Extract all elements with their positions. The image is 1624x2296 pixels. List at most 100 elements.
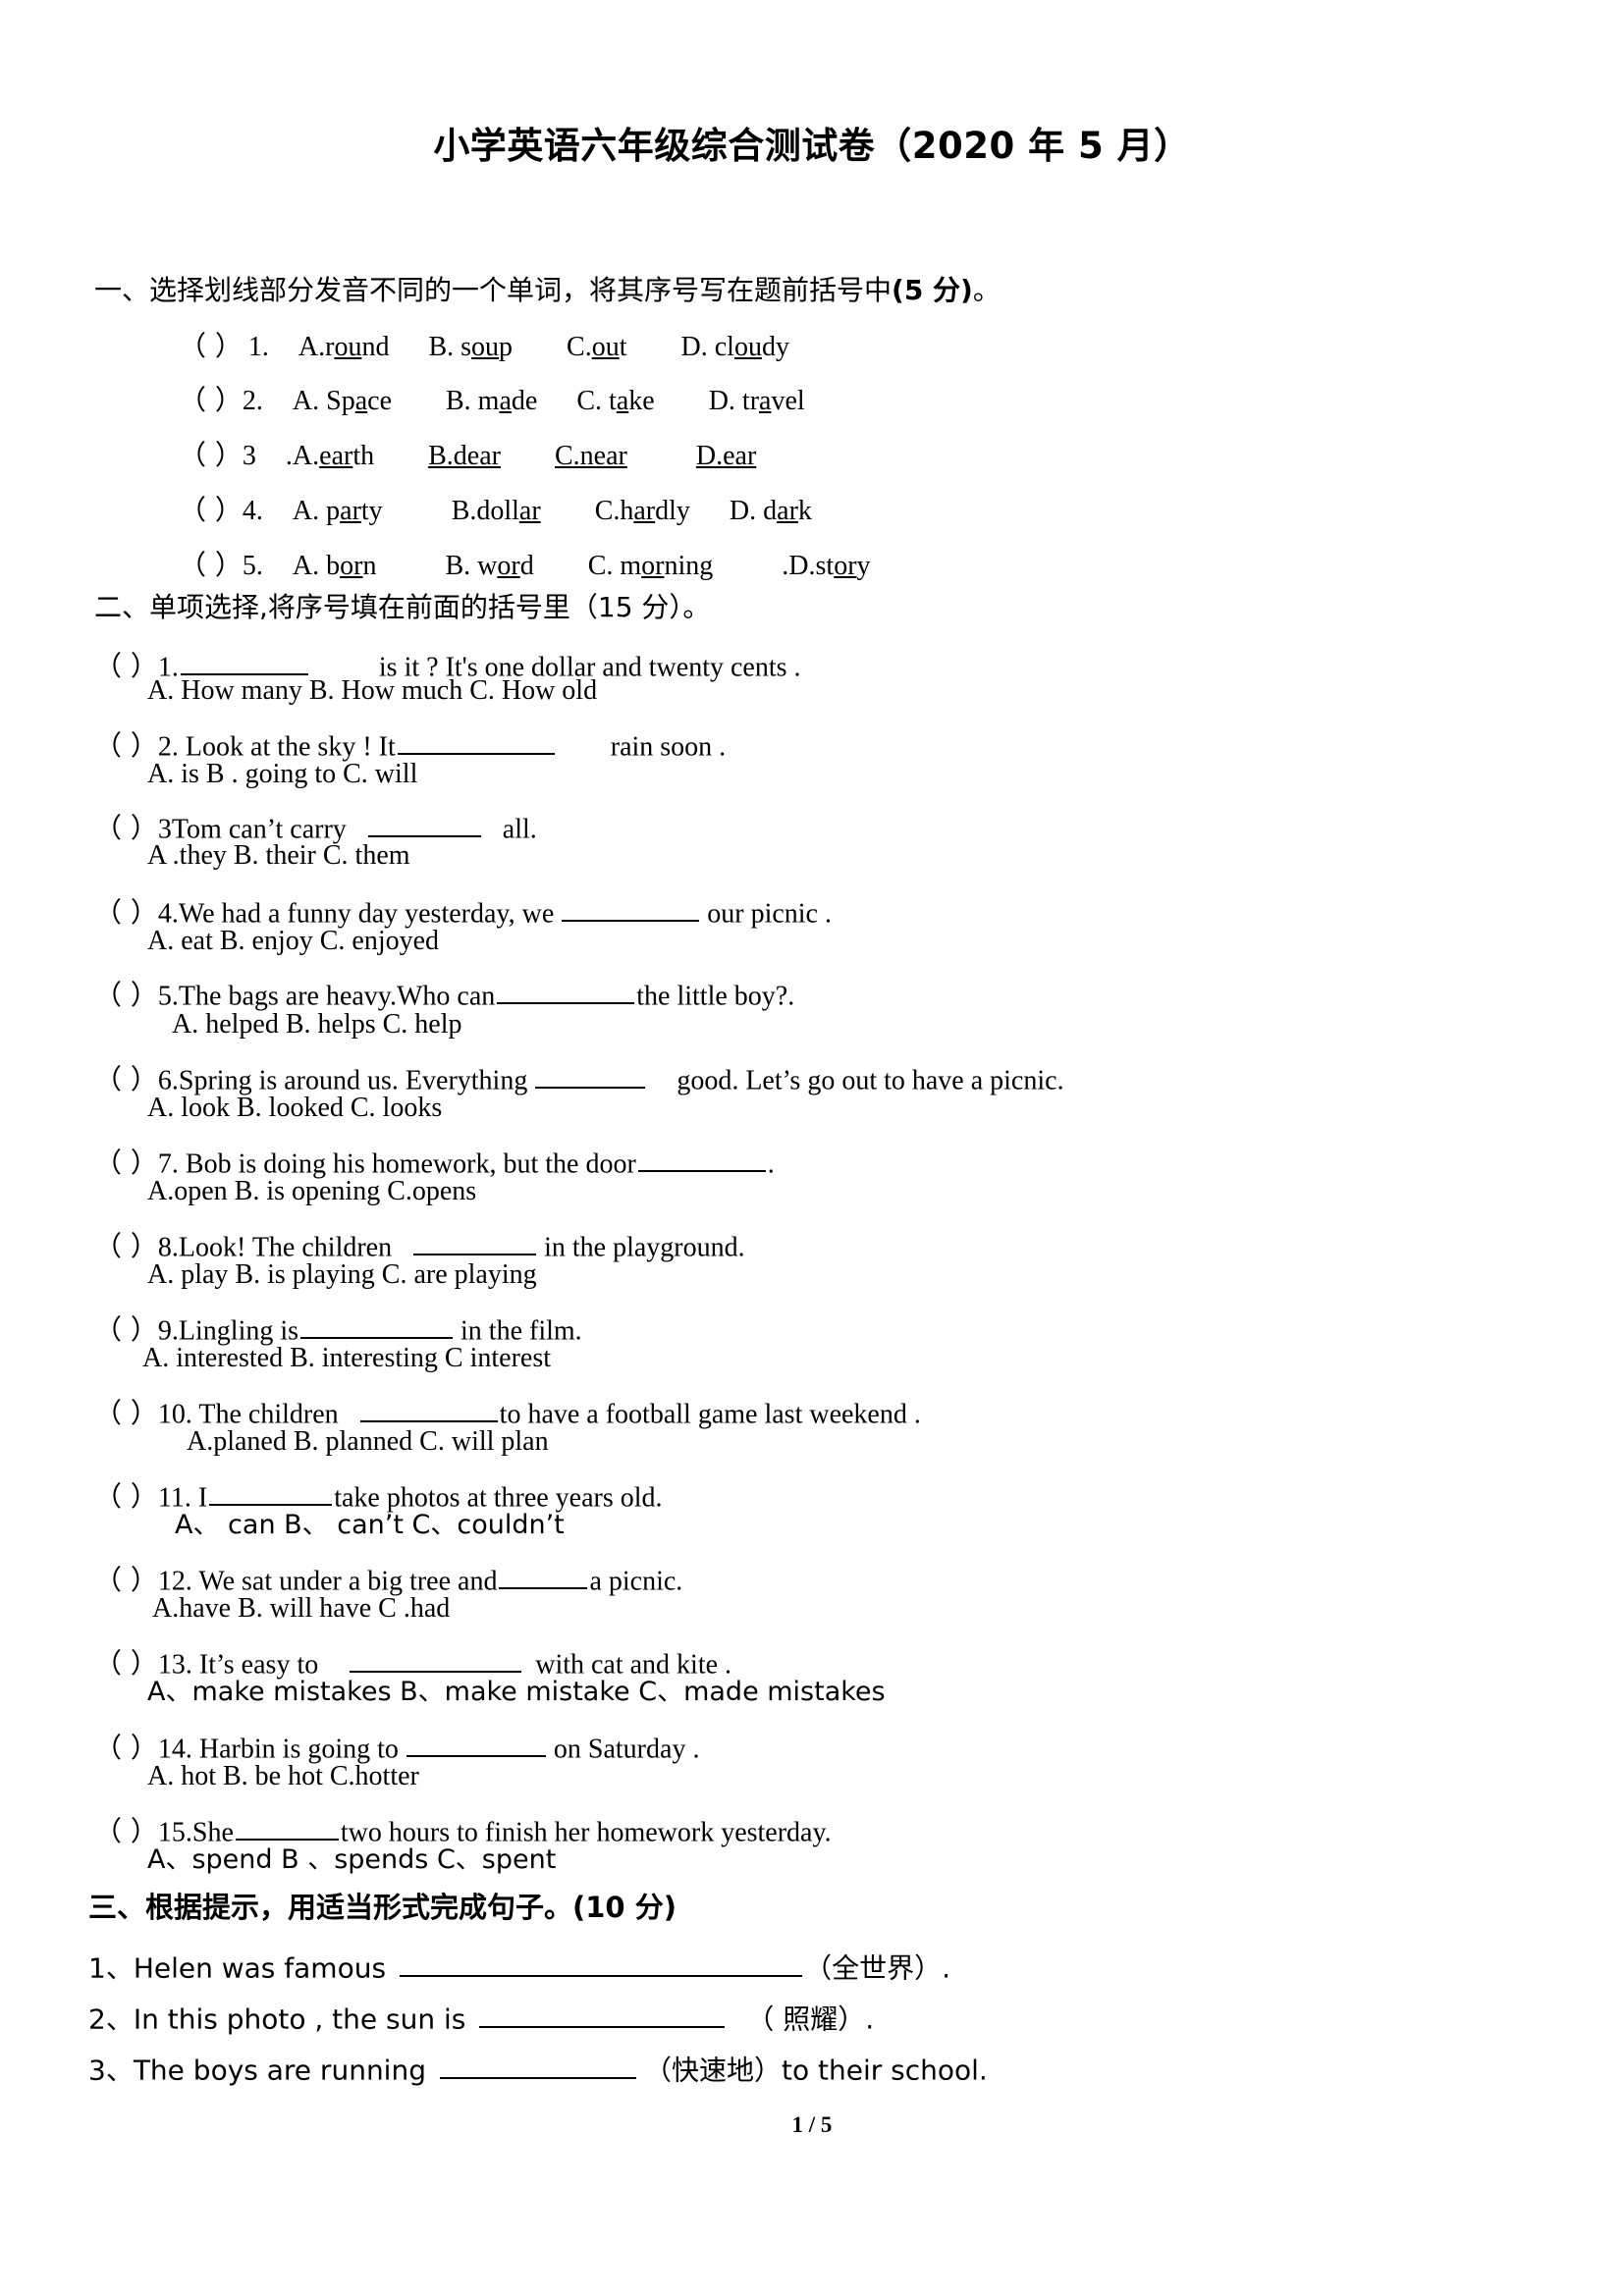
item-number: 1. bbox=[247, 332, 269, 362]
section2-item-2-options[interactable]: A. is B . going to C. will bbox=[147, 761, 417, 788]
answer-bracket[interactable]: （ ） bbox=[94, 815, 158, 842]
section2-item-4-stem: （ ）4.We had a funny day yesterday, we our… bbox=[94, 891, 832, 928]
section2-item-1-options[interactable]: A. How many B. How much C. How old bbox=[147, 677, 597, 705]
section2-item-8-options[interactable]: A. play B. is playing C. are playing bbox=[147, 1261, 537, 1289]
answer-bracket[interactable]: （ ） bbox=[94, 1650, 158, 1678]
answer-bracket[interactable]: （ ） bbox=[94, 1066, 158, 1094]
stem-pre: 9.Lingling is bbox=[157, 1315, 299, 1347]
answer-bracket[interactable]: （ ） bbox=[94, 1818, 158, 1845]
section2-item-12-options[interactable]: A.have B. will have C .had bbox=[152, 1595, 450, 1623]
answer-bracket[interactable]: （ ） bbox=[94, 899, 158, 927]
section2-item-14-options[interactable]: A. hot B. be hot C.hotter bbox=[147, 1763, 419, 1790]
answer-bracket[interactable]: （ ） bbox=[94, 1149, 158, 1177]
answer-blank[interactable] bbox=[479, 1998, 726, 2029]
stem-pre: 11. I bbox=[157, 1482, 208, 1514]
answer-blank[interactable] bbox=[367, 807, 481, 838]
section2-item-10-options[interactable]: A.planed B. planned C. will plan bbox=[187, 1428, 549, 1456]
answer-bracket[interactable]: （ ） bbox=[179, 333, 243, 360]
option-a[interactable]: A.round bbox=[298, 332, 390, 362]
stem-post: the little boy?. bbox=[636, 981, 795, 1012]
section2-item-13-options[interactable]: A、make mistakes B、make mistake C、made mi… bbox=[147, 1679, 886, 1705]
answer-bracket[interactable]: （ ） bbox=[94, 1233, 158, 1260]
stem-post: two hours to finish her homework yesterd… bbox=[340, 1817, 832, 1848]
answer-blank[interactable] bbox=[497, 974, 635, 1005]
option-c[interactable]: C.hardly bbox=[595, 496, 690, 526]
section2-item-7-stem: （ ）7. Bob is doing his homework, but the… bbox=[94, 1142, 775, 1178]
section2-item-5-options[interactable]: A. helped B. helps C. help bbox=[172, 1011, 462, 1039]
option-d[interactable]: D.ear bbox=[696, 441, 756, 471]
option-b[interactable]: B. made bbox=[446, 386, 537, 416]
section2-item-8-stem: （ ）8.Look! The children in the playground… bbox=[94, 1225, 745, 1261]
option-a[interactable]: A. born bbox=[293, 551, 377, 581]
answer-bracket[interactable]: （ ） bbox=[94, 1567, 158, 1594]
answer-blank[interactable] bbox=[235, 1810, 339, 1842]
stem-pre: 13. It’s easy to bbox=[157, 1649, 319, 1681]
answer-bracket[interactable]: （ ） bbox=[94, 1483, 158, 1511]
option-d[interactable]: .D.story bbox=[782, 551, 870, 581]
answer-bracket[interactable]: （ ） bbox=[179, 552, 243, 579]
section2-item-6-stem: （ ）6.Spring is around us. Everything good… bbox=[94, 1058, 1064, 1095]
answer-bracket[interactable]: （ ） bbox=[94, 1735, 158, 1762]
option-d[interactable]: D. dark bbox=[730, 496, 812, 526]
answer-blank[interactable] bbox=[637, 1142, 766, 1173]
stem-post: our picnic . bbox=[707, 898, 832, 930]
section2-item-15-options[interactable]: A、spend B 、spends C、spent bbox=[147, 1846, 556, 1873]
option-d[interactable]: D. cloudy bbox=[681, 332, 789, 362]
option-a[interactable]: .A.earth bbox=[286, 441, 374, 471]
section2-heading: 二、单项选择,将序号填在前面的括号里（15 分）。 bbox=[94, 591, 711, 623]
option-a[interactable]: A. Space bbox=[293, 386, 392, 416]
section2-item-10-stem: （ ）10. The children to have a football ga… bbox=[94, 1392, 921, 1428]
answer-blank[interactable] bbox=[350, 1642, 522, 1674]
section3-item-1: 1、Helen was famous （全世界）. bbox=[88, 1947, 950, 1983]
stem-pre: 15.She bbox=[157, 1817, 234, 1848]
answer-blank[interactable] bbox=[359, 1392, 498, 1423]
answer-blank[interactable] bbox=[397, 724, 555, 756]
stem-pre: 2. Look at the sky ! It bbox=[157, 731, 396, 763]
section2-item-6-options[interactable]: A. look B. looked C. looks bbox=[147, 1095, 442, 1122]
option-c[interactable]: C.near bbox=[555, 441, 627, 471]
page-title: 小学英语六年级综合测试卷（2020 年 5 月） bbox=[433, 125, 1191, 167]
section2-item-9-options[interactable]: A. interested B. interesting C interest bbox=[142, 1345, 551, 1372]
option-b[interactable]: B.dear bbox=[428, 441, 501, 471]
answer-blank[interactable] bbox=[400, 1947, 803, 1978]
stem-pre: 12. We sat under a big tree and bbox=[157, 1566, 498, 1597]
section1-item-1: （ ） 1. A.round B. soup C.out D. cloudy bbox=[179, 333, 789, 361]
section2-item-2-stem: （ ）2. Look at the sky ! It rain soon . bbox=[94, 724, 726, 761]
answer-blank[interactable] bbox=[499, 1559, 588, 1590]
option-d[interactable]: D. travel bbox=[709, 386, 805, 416]
answer-blank[interactable] bbox=[406, 1727, 546, 1758]
option-c[interactable]: C. morning bbox=[588, 551, 714, 581]
stem-pre: 14. Harbin is going to bbox=[157, 1734, 399, 1765]
answer-blank[interactable] bbox=[413, 1225, 537, 1256]
section2-item-7-options[interactable]: A.open B. is opening C.opens bbox=[147, 1178, 476, 1205]
section2-item-5-stem: （ ）5.The bags are heavy.Who can the littl… bbox=[94, 974, 794, 1010]
option-c[interactable]: C. take bbox=[576, 386, 654, 416]
section3-item-2: 2、In this photo , the sun is （ 照耀）. bbox=[88, 1998, 874, 2034]
section1-heading-score: (5 分) bbox=[892, 274, 973, 306]
answer-bracket[interactable]: （ ） bbox=[94, 1400, 158, 1427]
item-number: 3 bbox=[242, 441, 256, 471]
item-hint: （快速地）to their school. bbox=[644, 2054, 988, 2087]
answer-bracket[interactable]: （ ） bbox=[94, 732, 158, 760]
answer-bracket[interactable]: （ ） bbox=[94, 982, 158, 1009]
answer-blank[interactable] bbox=[180, 645, 308, 676]
answer-bracket[interactable]: （ ） bbox=[179, 442, 243, 469]
option-c[interactable]: C.out bbox=[567, 332, 626, 362]
section2-item-11-options[interactable]: A、 can B、 can’t C、couldn’t bbox=[175, 1512, 565, 1538]
section2-item-15-stem: （ ）15.She two hours to finish her homewor… bbox=[94, 1810, 832, 1846]
section2-item-3-options[interactable]: A .they B. their C. them bbox=[147, 842, 410, 870]
answer-bracket[interactable]: （ ） bbox=[94, 1316, 158, 1344]
answer-bracket[interactable]: （ ） bbox=[179, 497, 243, 524]
answer-blank[interactable] bbox=[562, 891, 700, 923]
option-b[interactable]: B. word bbox=[445, 551, 533, 581]
answer-blank[interactable] bbox=[535, 1058, 646, 1090]
answer-blank[interactable] bbox=[209, 1475, 333, 1507]
answer-blank[interactable] bbox=[440, 2049, 636, 2080]
option-a[interactable]: A. party bbox=[293, 496, 383, 526]
option-b[interactable]: B.dollar bbox=[452, 496, 541, 526]
section2-item-4-options[interactable]: A. eat B. enjoy C. enjoyed bbox=[147, 928, 439, 955]
item-number: 5. bbox=[242, 551, 263, 581]
answer-bracket[interactable]: （ ） bbox=[179, 387, 243, 414]
answer-blank[interactable] bbox=[300, 1308, 454, 1340]
option-b[interactable]: B. soup bbox=[428, 332, 513, 362]
